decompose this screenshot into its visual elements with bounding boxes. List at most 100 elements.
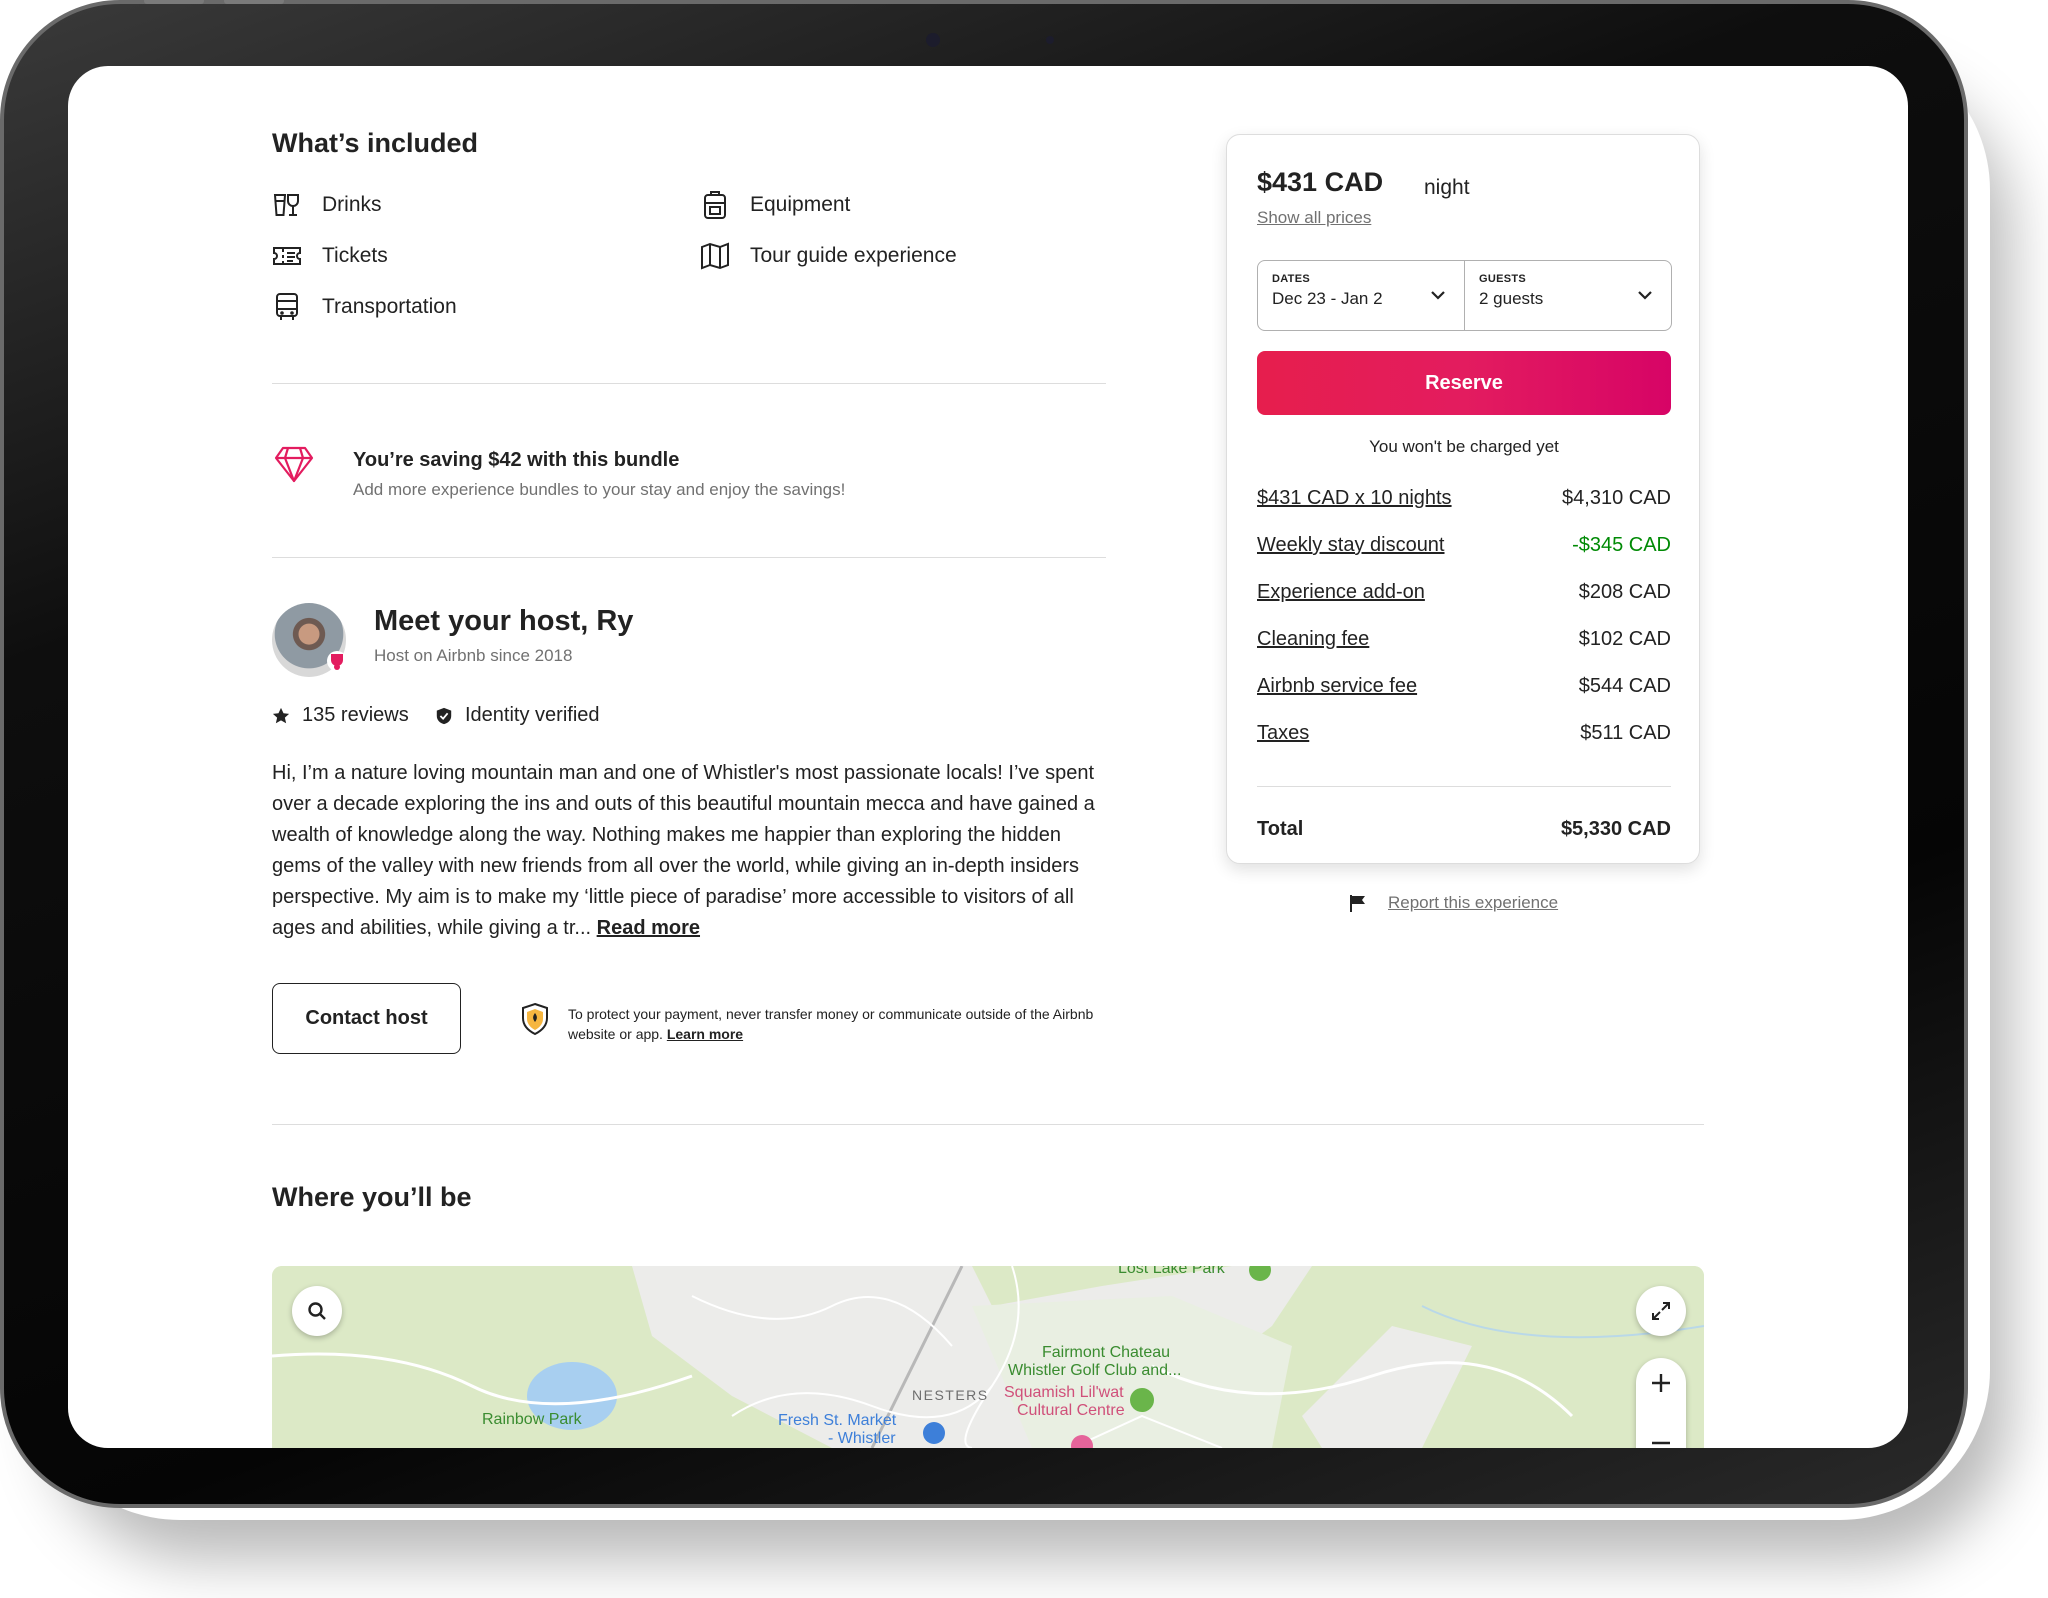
- map-label-fresh-st-2: - Whistler: [828, 1430, 896, 1447]
- total-row: Total $5,330 CAD: [1257, 818, 1671, 841]
- map-label-squamish-2: Cultural Centre: [1017, 1402, 1125, 1419]
- dates-value: Dec 23 - Jan 2: [1272, 289, 1383, 308]
- chevron-down-icon: [1431, 291, 1445, 300]
- included-item-tour-guide: Tour guide experience: [700, 241, 957, 271]
- map-label-nesters: NESTERS: [912, 1387, 989, 1403]
- bus-icon: [272, 292, 302, 322]
- superhost-badge-icon: [327, 651, 347, 671]
- fee-value: $544 CAD: [1578, 675, 1671, 697]
- camera-bar: [834, 26, 1134, 54]
- map-label-rainbow-park: Rainbow Park: [482, 1411, 582, 1428]
- map-label-fairmont: Fairmont Chateau: [1042, 1344, 1171, 1361]
- included-item-tickets: Tickets: [272, 241, 388, 271]
- included-label: Tour guide experience: [750, 244, 957, 267]
- learn-more-link[interactable]: Learn more: [667, 1026, 743, 1042]
- location-heading: Where you’ll be: [272, 1182, 472, 1212]
- fee-label[interactable]: Experience add-on: [1257, 581, 1425, 604]
- camera-dot: [926, 33, 940, 47]
- included-label: Transportation: [322, 295, 457, 318]
- map-label-fresh-st: Fresh St. Market: [778, 1412, 897, 1429]
- search-icon: [308, 1302, 326, 1320]
- contact-host-button[interactable]: Contact host: [272, 983, 461, 1054]
- section-divider: [272, 383, 1106, 384]
- map-label-lost-lake: Lost Lake Park: [1118, 1266, 1225, 1277]
- included-item-transportation: Transportation: [272, 292, 457, 322]
- host-since: Host on Airbnb since 2018: [374, 646, 573, 665]
- star-icon: [272, 707, 290, 725]
- fee-label[interactable]: Cleaning fee: [1257, 628, 1369, 651]
- map-label-fairmont-2: Whistler Golf Club and...: [1008, 1362, 1182, 1379]
- reviews-count: 135 reviews: [302, 704, 409, 726]
- read-more-link[interactable]: Read more: [597, 917, 700, 939]
- dates-label: DATES: [1272, 273, 1310, 285]
- fee-value: $511 CAD: [1580, 722, 1671, 744]
- fee-label[interactable]: Airbnb service fee: [1257, 675, 1417, 698]
- section-divider: [272, 1124, 1704, 1125]
- fee-row-cleaning: Cleaning fee $102 CAD: [1257, 628, 1671, 651]
- bundle-title: You’re saving $42 with this bundle: [353, 449, 680, 471]
- included-label: Drinks: [322, 193, 382, 216]
- included-label: Equipment: [750, 193, 851, 216]
- nightly-price: $431 CAD: [1257, 167, 1384, 197]
- host-bio-text: Hi, I’m a nature loving mountain man and…: [272, 762, 1095, 939]
- guests-picker[interactable]: GUESTS 2 guests: [1464, 261, 1671, 330]
- included-heading: What’s included: [272, 128, 479, 158]
- map-fullscreen-button[interactable]: [1636, 1286, 1686, 1336]
- device-button: [224, 0, 284, 4]
- minus-icon: [1652, 1441, 1670, 1445]
- fee-value: $4,310 CAD: [1562, 487, 1671, 509]
- price-unit: night: [1424, 176, 1470, 199]
- chevron-down-icon: [1638, 291, 1652, 300]
- fee-row-weekly-discount: Weekly stay discount -$345 CAD: [1257, 534, 1671, 557]
- backpack-icon: [700, 190, 730, 220]
- ticket-icon: [272, 241, 302, 271]
- fee-row-nights: $431 CAD x 10 nights $4,310 CAD: [1257, 487, 1671, 510]
- report-link[interactable]: Report this experience: [1388, 893, 1558, 913]
- host-verified: Identity verified: [435, 704, 600, 727]
- expand-icon: [1652, 1302, 1670, 1320]
- map-icon: [700, 241, 730, 271]
- included-item-drinks: Drinks: [272, 190, 382, 220]
- total-label: Total: [1257, 818, 1304, 840]
- included-label: Tickets: [322, 244, 388, 267]
- included-item-equipment: Equipment: [700, 190, 850, 220]
- host-reviews: 135 reviews: [272, 704, 409, 727]
- report-experience[interactable]: Report this experience: [1348, 893, 1558, 913]
- map-label-squamish: Squamish Lil'wat: [1004, 1384, 1124, 1401]
- zoom-in-button[interactable]: [1636, 1358, 1686, 1408]
- fee-value: -$345 CAD: [1572, 534, 1671, 556]
- section-divider: [272, 557, 1106, 558]
- location-map[interactable]: Lost Lake Park Fairmont Chateau Whistler…: [272, 1266, 1704, 1448]
- sensor-dot: [1046, 36, 1054, 44]
- fee-value: $208 CAD: [1578, 581, 1671, 603]
- drinks-icon: [272, 190, 302, 220]
- host-bio: Hi, I’m a nature loving mountain man and…: [272, 758, 1112, 944]
- device-button: [144, 0, 204, 4]
- dates-picker[interactable]: DATES Dec 23 - Jan 2: [1258, 261, 1464, 330]
- plus-icon: [1652, 1374, 1670, 1392]
- booking-picker: DATES Dec 23 - Jan 2 GUESTS 2 guests: [1257, 260, 1672, 331]
- guests-label: GUESTS: [1479, 273, 1527, 285]
- shield-check-icon: [435, 707, 453, 725]
- host-heading: Meet your host, Ry: [374, 605, 634, 637]
- fee-label[interactable]: Weekly stay discount: [1257, 534, 1445, 557]
- fee-value: $102 CAD: [1578, 628, 1671, 650]
- screen: What’s included Drinks Tickets Transport…: [68, 66, 1908, 1448]
- bundle-subtitle: Add more experience bundles to your stay…: [353, 480, 846, 499]
- fee-row-service: Airbnb service fee $544 CAD: [1257, 675, 1671, 698]
- map-search-button[interactable]: [292, 1286, 342, 1336]
- card-divider: [1257, 786, 1671, 787]
- show-all-prices-link[interactable]: Show all prices: [1257, 208, 1371, 228]
- no-charge-notice: You won't be charged yet: [1369, 437, 1559, 456]
- verified-label: Identity verified: [465, 704, 600, 726]
- fee-label[interactable]: $431 CAD x 10 nights: [1257, 487, 1452, 510]
- diamond-icon: [274, 446, 314, 483]
- map-zoom-control: [1636, 1358, 1686, 1448]
- booking-card: $431 CAD night Show all prices DATES Dec…: [1226, 134, 1700, 864]
- flag-icon: [1350, 895, 1365, 912]
- zoom-out-button[interactable]: [1636, 1418, 1686, 1448]
- fee-row-taxes: Taxes $511 CAD: [1257, 722, 1671, 745]
- fee-label[interactable]: Taxes: [1257, 722, 1309, 745]
- tablet-frame: What’s included Drinks Tickets Transport…: [0, 0, 1968, 1508]
- reserve-button[interactable]: Reserve: [1257, 351, 1671, 415]
